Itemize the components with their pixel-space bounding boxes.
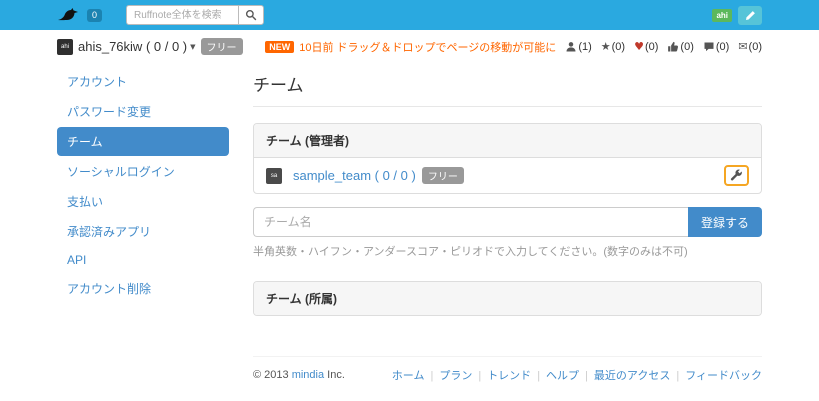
main-content: チーム チーム (管理者) sa sample_team ( 0 / 0 ) フ… (253, 67, 762, 383)
footer-link-feedback[interactable]: フィードバック (670, 367, 762, 383)
top-navbar: 0 ahi (0, 0, 819, 30)
user-avatar-badge[interactable]: ahi (712, 9, 732, 22)
footer-link-help[interactable]: ヘルプ (531, 367, 579, 383)
messages-count: (0) (749, 41, 762, 53)
admin-teams-panel-header: チーム (管理者) (254, 124, 761, 158)
members-count: (1) (578, 41, 591, 53)
sidebar-item-team[interactable]: チーム (57, 127, 229, 156)
mindia-link[interactable]: mindia (292, 369, 324, 381)
new-page-button[interactable] (738, 6, 762, 25)
stars-count: (0) (612, 41, 625, 53)
comments-stat[interactable]: (0) (703, 41, 729, 53)
settings-sidebar: アカウント パスワード変更 チーム ソーシャルログイン 支払い 承認済みアプリ … (57, 67, 229, 383)
sidebar-item-social-login[interactable]: ソーシャルログイン (57, 157, 229, 186)
register-team-button[interactable]: 登録する (688, 207, 762, 237)
copyright-prefix: © 2013 (253, 369, 292, 381)
member-teams-panel: チーム (所属) (253, 281, 762, 316)
team-avatar[interactable]: sa (266, 168, 282, 184)
star-icon: ★ (601, 41, 611, 53)
footer-link-plan[interactable]: プラン (424, 367, 472, 383)
thumbs-stat[interactable]: (0) (667, 41, 693, 53)
news-link[interactable]: 10日前 ドラッグ＆ドロップでページの移動が可能に (299, 39, 556, 55)
search-input[interactable] (126, 5, 238, 25)
user-mini-avatar[interactable]: ahi (57, 39, 73, 55)
user-icon (565, 41, 577, 53)
footer-links: ホーム プラン トレンド ヘルプ 最近のアクセス フィードバック (392, 367, 762, 383)
wrench-icon (730, 169, 743, 182)
sidebar-item-delete-account[interactable]: アカウント削除 (57, 274, 229, 303)
stars-stat[interactable]: ★ (0) (601, 41, 625, 53)
members-stat[interactable]: (1) (565, 41, 591, 53)
brand-bird-icon[interactable] (57, 7, 79, 23)
sidebar-item-api[interactable]: API (57, 247, 229, 273)
pencil-icon (745, 10, 756, 21)
team-name-input[interactable] (253, 207, 688, 237)
sidebar-item-payment[interactable]: 支払い (57, 187, 229, 216)
team-link[interactable]: sample_team ( 0 / 0 ) (293, 168, 416, 183)
likes-stat[interactable]: ♥ (0) (634, 41, 658, 53)
heart-icon: ♥ (634, 41, 644, 53)
comment-icon (703, 41, 715, 53)
messages-stat[interactable]: ✉ (0) (738, 41, 762, 53)
thumbs-count: (0) (680, 41, 693, 53)
search-button[interactable] (238, 5, 264, 25)
comments-count: (0) (716, 41, 729, 53)
footer-link-home[interactable]: ホーム (392, 367, 425, 383)
news-new-badge: NEW (265, 41, 294, 53)
plan-badge: フリー (201, 38, 243, 55)
mail-icon: ✉ (738, 41, 747, 53)
team-name-help-text: 半角英数・ハイフン・アンダースコア・ピリオドで入力してください。(数字のみは不可… (253, 243, 762, 259)
footer-link-recent-access[interactable]: 最近のアクセス (579, 367, 670, 383)
sidebar-item-approved-apps[interactable]: 承認済みアプリ (57, 217, 229, 246)
team-plan-badge: フリー (422, 167, 464, 184)
admin-teams-panel: チーム (管理者) sa sample_team ( 0 / 0 ) フリー (253, 123, 762, 194)
sidebar-item-account[interactable]: アカウント (57, 67, 229, 96)
username-dropdown[interactable]: ahis_76kiw ( 0 / 0 ) (78, 39, 187, 54)
notification-count-badge[interactable]: 0 (87, 9, 102, 22)
copyright: © 2013 mindia Inc. (253, 369, 345, 381)
thumbs-up-icon (667, 41, 679, 53)
user-bar: ahi ahis_76kiw ( 0 / 0 ) ▼ フリー NEW 10日前 … (0, 30, 819, 63)
search-icon (245, 9, 257, 21)
footer: © 2013 mindia Inc. ホーム プラン トレンド ヘルプ 最近のア… (253, 356, 762, 383)
username-counts: ( 0 / 0 ) (146, 39, 187, 54)
chevron-down-icon[interactable]: ▼ (190, 43, 195, 51)
member-teams-panel-header: チーム (所属) (254, 282, 761, 315)
page-title: チーム (253, 67, 762, 107)
global-search-group (126, 5, 264, 25)
username-text: ahis_76kiw (78, 39, 142, 54)
copyright-suffix: Inc. (324, 369, 345, 381)
likes-count: (0) (645, 41, 658, 53)
create-team-form: 登録する (253, 207, 762, 237)
team-settings-button[interactable] (724, 165, 749, 186)
team-row: sa sample_team ( 0 / 0 ) フリー (266, 165, 749, 186)
footer-link-trend[interactable]: トレンド (472, 367, 531, 383)
sidebar-item-password[interactable]: パスワード変更 (57, 97, 229, 126)
